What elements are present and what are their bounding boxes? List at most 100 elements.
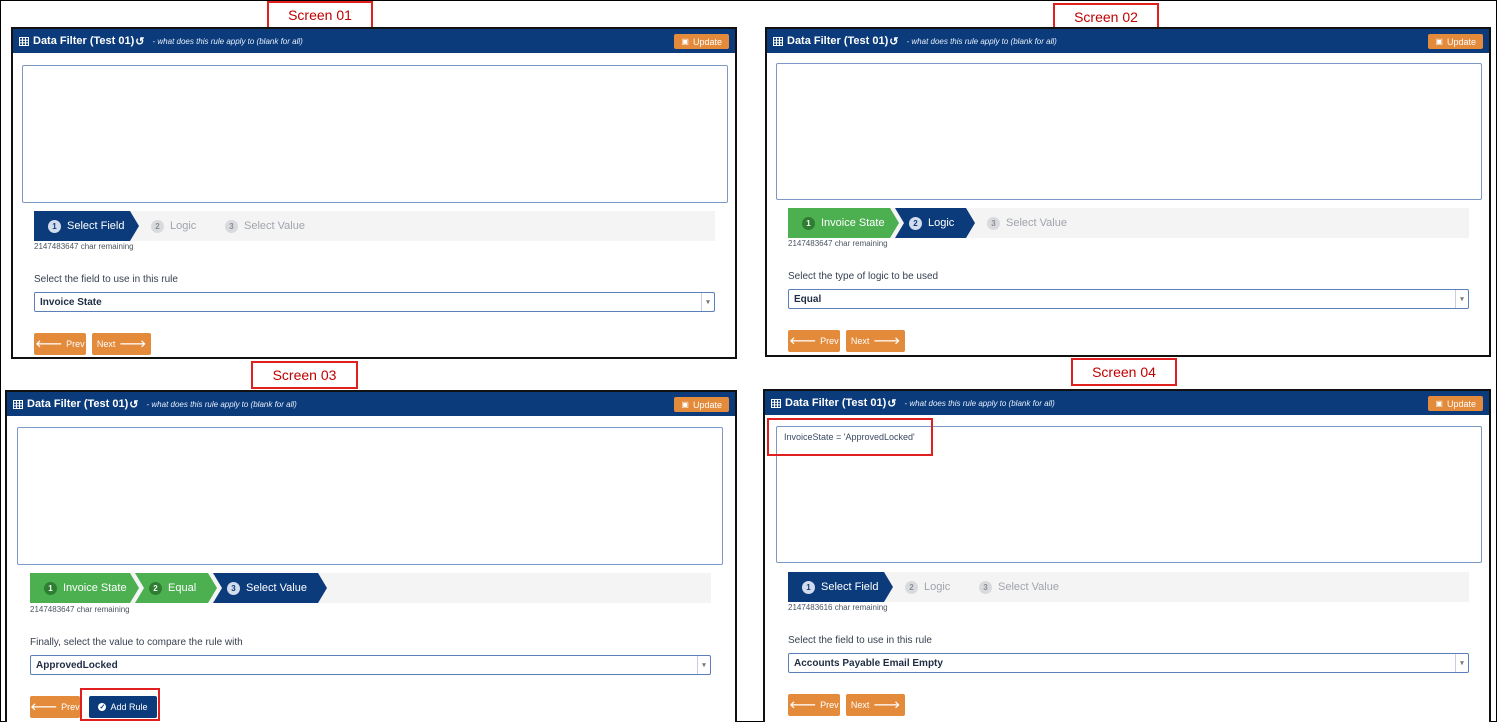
arrow-right-icon: 🡒 — [873, 336, 901, 347]
rule-textarea[interactable]: InvoiceState = 'ApprovedLocked' — [776, 426, 1482, 563]
step-number: 1 — [48, 220, 61, 233]
prev-button-label: Prev — [61, 702, 80, 712]
panel-title: Data Filter (Test 01) — [33, 35, 135, 47]
table-icon — [13, 399, 23, 409]
value-prompt: Finally, select the value to compare the… — [30, 637, 243, 648]
add-rule-button[interactable]: ✓ Add Rule — [89, 696, 157, 718]
panel-header: Data Filter (Test 01) ↺ - what does this… — [13, 29, 735, 53]
table-icon — [771, 398, 781, 408]
wizard-step-2[interactable]: 2 Equal — [135, 573, 217, 603]
dropdown-caret-icon: ▾ — [697, 656, 710, 674]
prev-button[interactable]: 🡐 Prev — [788, 694, 840, 716]
update-button-label: Update — [1446, 398, 1476, 409]
panel-hint: - what does this rule apply to (blank fo… — [906, 36, 1057, 46]
data-filter-panel: Data Filter (Test 01) ↺ - what does this… — [765, 27, 1491, 357]
update-button-label: Update — [692, 399, 722, 410]
save-icon: ▣ — [1435, 399, 1443, 408]
rule-textarea[interactable] — [17, 427, 723, 565]
arrow-left-icon: 🡐 — [789, 336, 817, 347]
field-select[interactable]: Invoice State ▾ — [34, 292, 715, 312]
step-label: Select Field — [67, 220, 125, 232]
update-button[interactable]: ▣ Update — [1428, 396, 1483, 411]
wizard-steps: 1 Select Field 2 Logic 3 Select Value — [34, 211, 715, 241]
wizard-steps: 1 Select Field 2 Logic 3 Select Value — [788, 572, 1469, 602]
rule-textarea[interactable] — [776, 63, 1482, 200]
history-icon[interactable]: ↺ — [129, 398, 138, 411]
wizard-step-1[interactable]: 1 Select Field — [788, 572, 893, 602]
step-label: Logic — [928, 217, 955, 229]
history-icon[interactable]: ↺ — [889, 35, 898, 48]
rule-textarea[interactable] — [22, 65, 728, 203]
save-icon: ▣ — [681, 37, 689, 46]
update-button[interactable]: ▣ Update — [674, 397, 729, 412]
next-button[interactable]: Next 🡒 — [92, 333, 151, 355]
history-icon[interactable]: ↺ — [887, 397, 896, 410]
step-number: 2 — [905, 581, 918, 594]
logic-select[interactable]: Equal ▾ — [788, 289, 1469, 309]
next-button-label: Next — [96, 339, 116, 349]
arrow-left-icon: 🡐 — [789, 700, 817, 711]
field-prompt: Select the field to use in this rule — [34, 274, 178, 285]
check-circle-icon: ✓ — [98, 703, 107, 711]
update-button[interactable]: ▣ Update — [674, 34, 729, 49]
panel-title: Data Filter (Test 01) — [785, 397, 887, 409]
wizard-step-1[interactable]: 1 Invoice State — [30, 573, 139, 603]
data-filter-panel: Data Filter (Test 01) ↺ - what does this… — [763, 389, 1491, 722]
value-select[interactable]: ApprovedLocked ▾ — [30, 655, 711, 675]
prev-button-label: Prev — [820, 700, 839, 710]
data-filter-panel: Data Filter (Test 01) ↺ - what does this… — [11, 27, 737, 359]
wizard-step-2[interactable]: 2 Logic — [891, 572, 967, 602]
field-select[interactable]: Accounts Payable Email Empty ▾ — [788, 653, 1469, 673]
panel-header: Data Filter (Test 01) ↺ - what does this… — [765, 391, 1489, 415]
table-icon — [19, 36, 29, 46]
step-number: 3 — [225, 220, 238, 233]
update-button[interactable]: ▣ Update — [1428, 34, 1483, 49]
step-label: Select Value — [244, 220, 305, 232]
step-number: 1 — [802, 217, 815, 230]
update-button-label: Update — [692, 36, 722, 47]
wizard-step-3[interactable]: 3 Select Value — [211, 211, 324, 241]
step-label: Logic — [924, 581, 951, 593]
next-button[interactable]: Next 🡒 — [846, 694, 905, 716]
step-number: 2 — [149, 582, 162, 595]
step-label: Select Field — [821, 581, 879, 593]
wizard-step-2[interactable]: 2 Logic — [895, 208, 975, 238]
step-number: 3 — [979, 581, 992, 594]
wizard-step-3[interactable]: 3 Select Value — [965, 572, 1078, 602]
wizard-step-3[interactable]: 3 Select Value — [213, 573, 327, 603]
prev-button[interactable]: 🡐 Prev — [30, 696, 80, 718]
prev-button[interactable]: 🡐 Prev — [34, 333, 86, 355]
select-value: Accounts Payable Email Empty — [794, 657, 943, 669]
dropdown-caret-icon: ▾ — [1455, 290, 1468, 308]
table-icon — [773, 36, 783, 46]
chars-remaining: 2147483647 char remaining — [30, 605, 130, 614]
arrow-left-icon: 🡐 — [30, 702, 58, 713]
wizard-step-1[interactable]: 1 Select Field — [34, 211, 139, 241]
next-button-label: Next — [850, 336, 870, 346]
wizard-step-3[interactable]: 3 Select Value — [973, 208, 1086, 238]
panel-header: Data Filter (Test 01) ↺ - what does this… — [767, 29, 1489, 53]
prev-button[interactable]: 🡐 Prev — [788, 330, 840, 352]
wizard-step-1[interactable]: 1 Invoice State — [788, 208, 899, 238]
step-label: Select Value — [1006, 217, 1067, 229]
panel-title: Data Filter (Test 01) — [787, 35, 889, 47]
arrow-right-icon: 🡒 — [873, 700, 901, 711]
prev-button-label: Prev — [66, 339, 85, 349]
wizard-steps: 1 Invoice State 2 Logic 3 Select Value — [788, 208, 1469, 238]
panel-title: Data Filter (Test 01) — [27, 398, 129, 410]
screen-label: Screen 01 — [267, 1, 373, 29]
select-value: ApprovedLocked — [36, 659, 118, 671]
add-rule-button-label: Add Rule — [110, 702, 148, 712]
step-label: Select Value — [246, 582, 307, 594]
next-button[interactable]: Next 🡒 — [846, 330, 905, 352]
dropdown-caret-icon: ▾ — [701, 293, 714, 311]
wizard-step-2[interactable]: 2 Logic — [137, 211, 213, 241]
panel-hint: - what does this rule apply to (blank fo… — [146, 399, 297, 409]
data-filter-panel: Data Filter (Test 01) ↺ - what does this… — [5, 390, 737, 722]
next-button-label: Next — [850, 700, 870, 710]
step-number: 3 — [987, 217, 1000, 230]
step-label: Invoice State — [63, 582, 127, 594]
history-icon[interactable]: ↺ — [135, 35, 144, 48]
screen-label: Screen 03 — [251, 361, 358, 389]
arrow-right-icon: 🡒 — [119, 339, 147, 350]
